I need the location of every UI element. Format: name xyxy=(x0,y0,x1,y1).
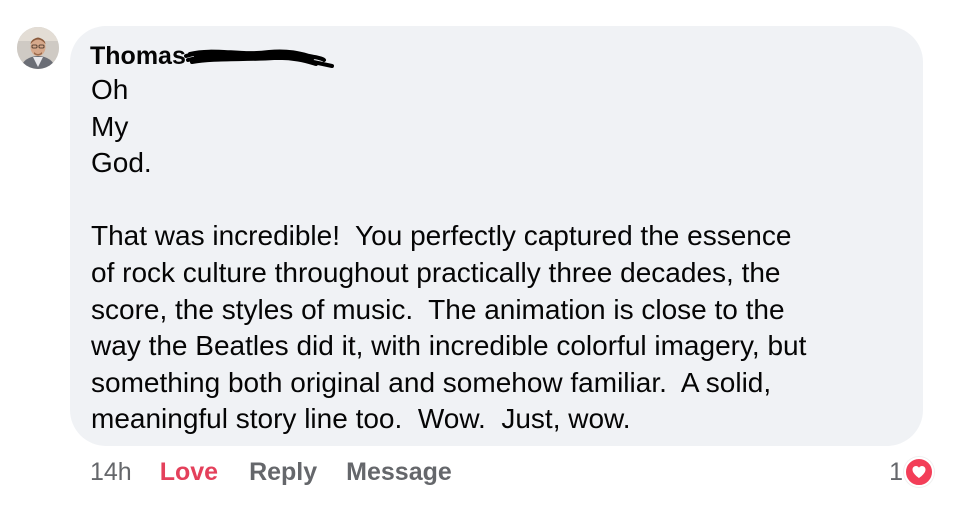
comment-line: That was incredible! You perfectly captu… xyxy=(91,220,792,252)
comment-line: something both original and somehow fami… xyxy=(91,366,772,398)
comment-bubble: Thomas Oh My God. That was incredible! Y… xyxy=(70,26,923,446)
comment-author[interactable]: Thomas xyxy=(90,40,334,72)
comment-line xyxy=(91,182,911,219)
comment-line: God. xyxy=(91,147,152,179)
avatar-image xyxy=(17,27,59,69)
comment-line: Oh xyxy=(91,74,129,105)
reaction-count: 1 xyxy=(889,457,903,486)
avatar[interactable] xyxy=(17,27,59,69)
comment-body: Oh My God. That was incredible! You perf… xyxy=(91,72,911,438)
comment-actions: 14h Love Reply Message xyxy=(90,454,452,490)
comment-line: way the Beatles did it, with incredible … xyxy=(91,330,807,362)
comment-line: My xyxy=(91,110,129,142)
reaction-summary[interactable]: 1 xyxy=(889,456,934,488)
reply-button[interactable]: Reply xyxy=(249,458,317,487)
comment-line: score, the styles of music. The animatio… xyxy=(91,293,785,325)
comment-timestamp[interactable]: 14h xyxy=(90,458,132,487)
heart-icon xyxy=(904,457,934,487)
love-button[interactable]: Love xyxy=(160,458,218,487)
comment-line: meaningful story line too. Wow. Just, wo… xyxy=(91,403,631,435)
author-name[interactable]: Thomas xyxy=(90,40,186,72)
message-button[interactable]: Message xyxy=(346,458,452,487)
comment-line: of rock culture throughout practically t… xyxy=(91,256,781,288)
redaction-scribble xyxy=(183,46,334,70)
